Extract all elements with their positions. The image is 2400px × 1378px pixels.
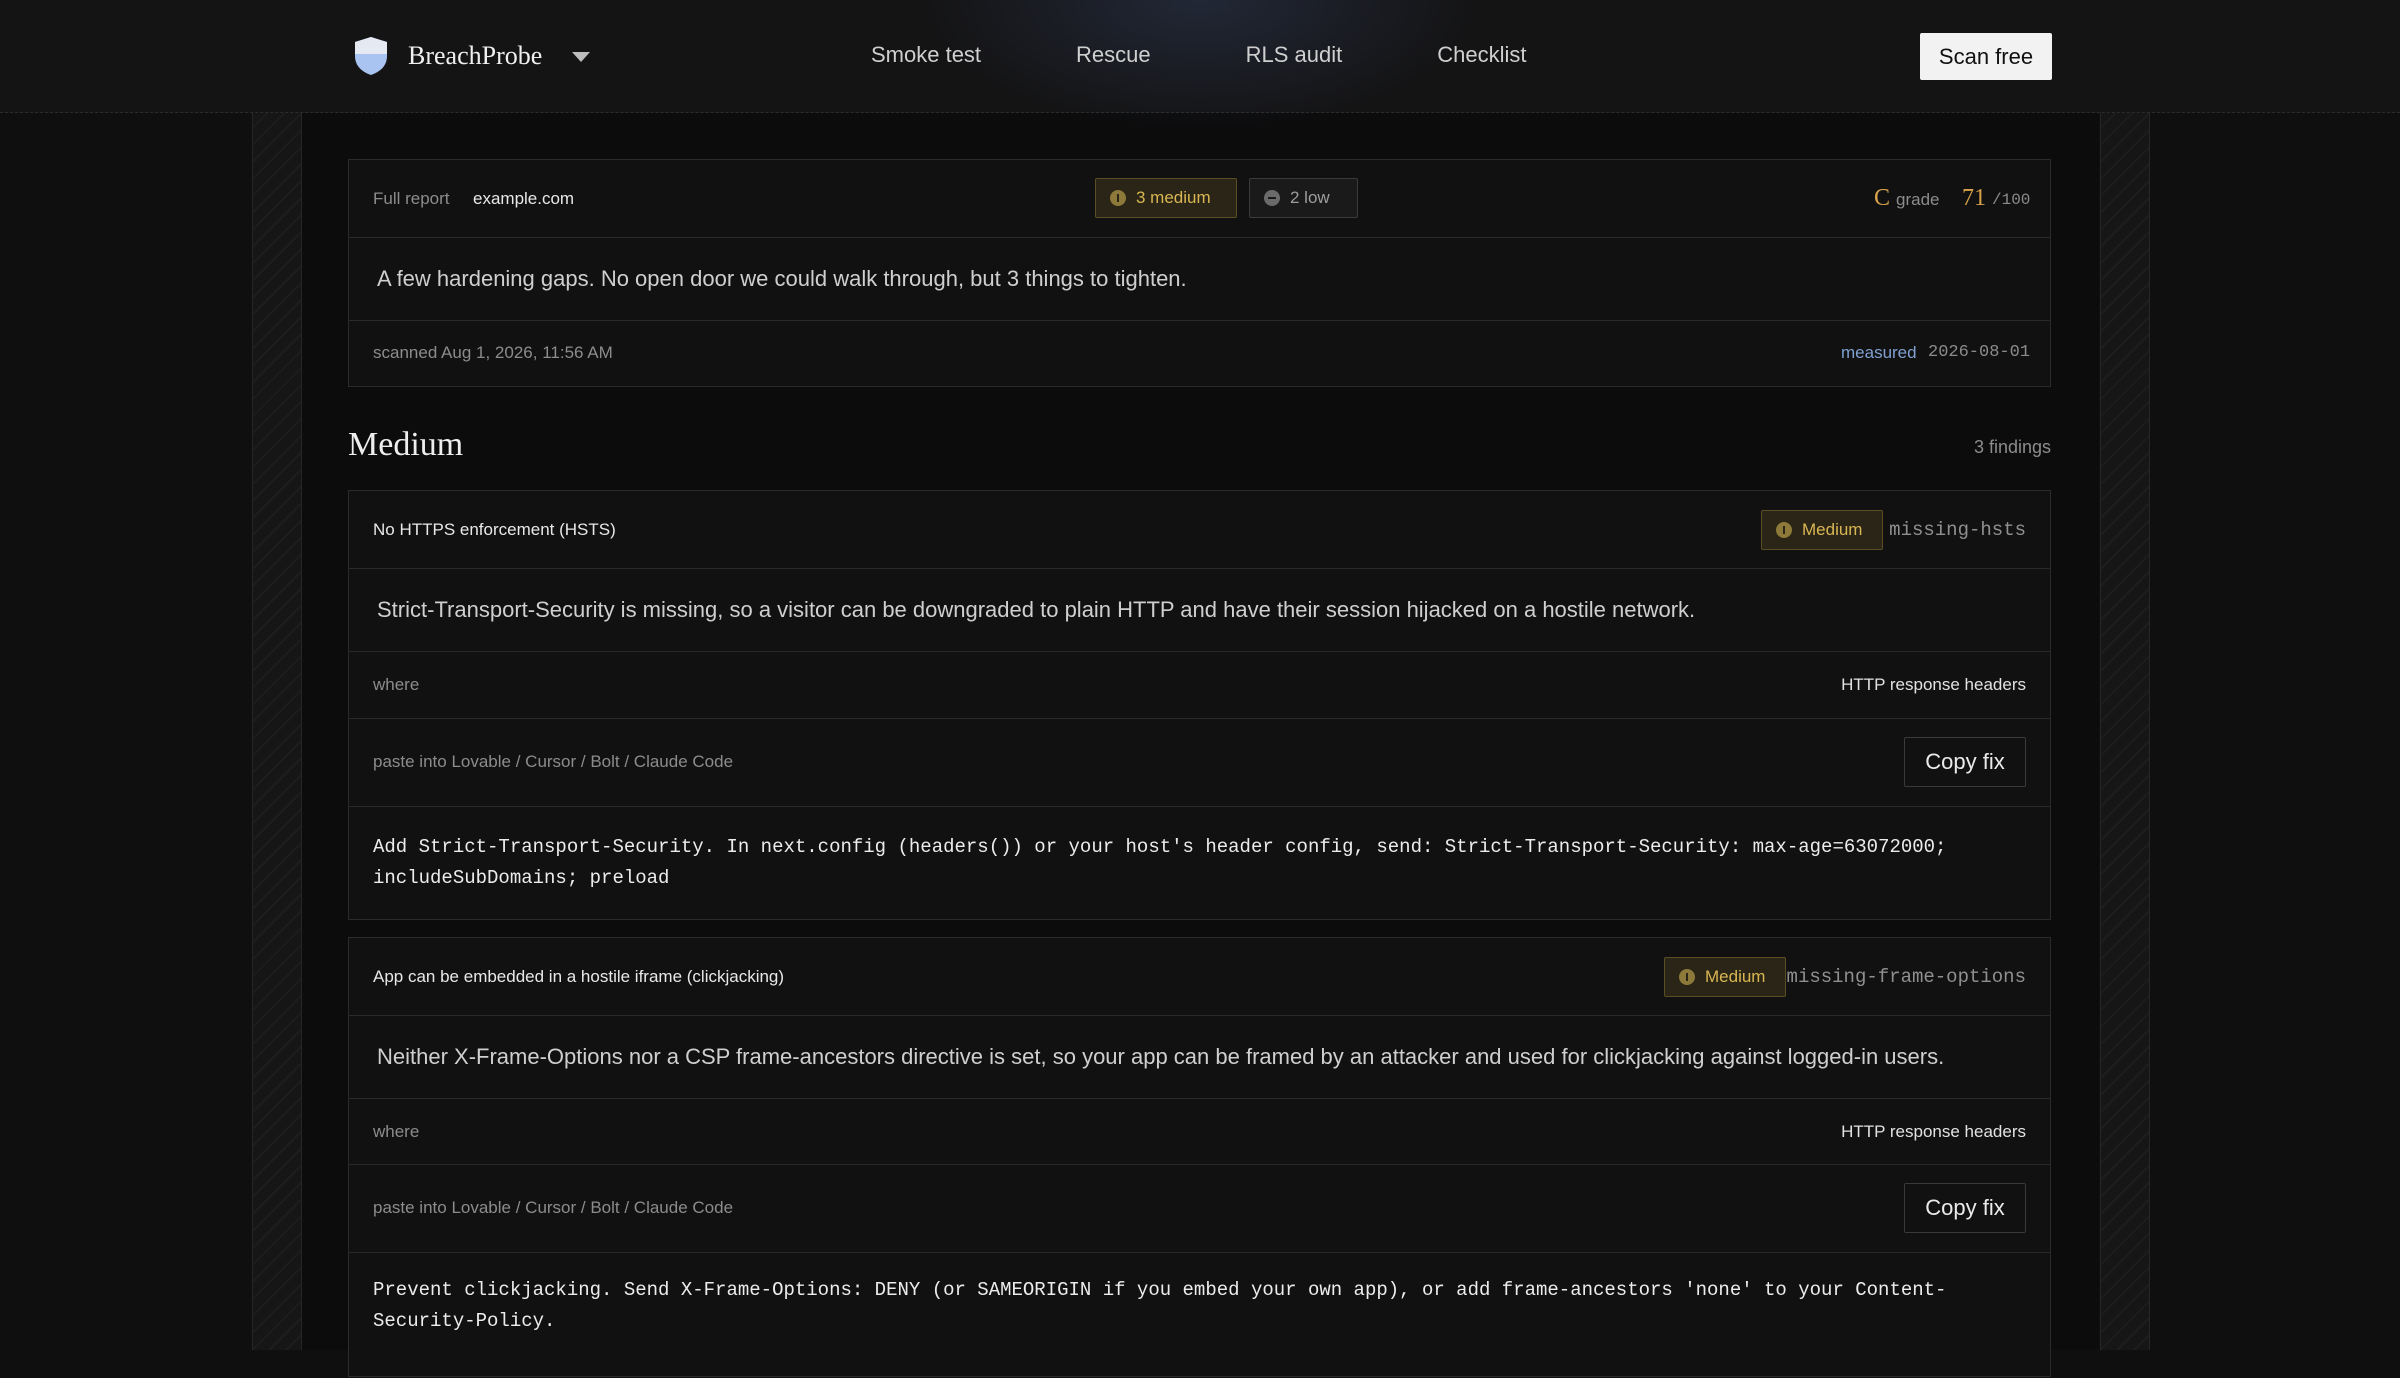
- finding-where-row: where HTTP response headers: [349, 652, 2050, 719]
- nav-rescue[interactable]: Rescue: [1076, 42, 1151, 68]
- finding-header-row: No HTTPS enforcement (HSTS) Medium missi…: [349, 491, 2050, 569]
- fix-code[interactable]: Prevent clickjacking. Send X-Frame-Optio…: [373, 1275, 1950, 1337]
- finding-description-row: Neither X-Frame-Options nor a CSP frame-…: [349, 1016, 2050, 1099]
- right-rail: [2100, 112, 2150, 1350]
- finding-paste-row: paste into Lovable / Cursor / Bolt / Cla…: [349, 1165, 2050, 1253]
- fix-code-line: Security-Policy.: [373, 1310, 556, 1332]
- medium-count-pill[interactable]: 3 medium: [1095, 178, 1237, 218]
- summary-meta-row: scanned Aug 1, 2026, 11:56 AM measured 2…: [349, 321, 2050, 386]
- score-value: 71: [1962, 185, 1986, 211]
- finding-card: No HTTPS enforcement (HSTS) Medium missi…: [348, 490, 2051, 920]
- left-rail: [252, 112, 302, 1350]
- section-title: Medium: [348, 426, 464, 463]
- score-max: /100: [1992, 191, 2031, 209]
- medium-count-label: 3 medium: [1136, 188, 1211, 207]
- finding-where-row: where HTTP response headers: [349, 1099, 2050, 1165]
- info-icon: [1679, 969, 1695, 985]
- severity-label: Medium: [1705, 967, 1766, 986]
- brand[interactable]: BreachProbe: [354, 36, 591, 76]
- measured-label: measured: [1841, 343, 1917, 362]
- copy-fix-button[interactable]: Copy fix: [1904, 1183, 2026, 1233]
- summary-message: A few hardening gaps. No open door we co…: [377, 266, 1187, 291]
- finding-fix-row: Prevent clickjacking. Send X-Frame-Optio…: [349, 1253, 2050, 1378]
- finding-description: Neither X-Frame-Options nor a CSP frame-…: [377, 1044, 1945, 1069]
- where-label: where: [373, 1122, 420, 1141]
- finding-description: Strict-Transport-Security is missing, so…: [377, 597, 1696, 622]
- fix-code-line: includeSubDomains; preload: [373, 867, 670, 889]
- info-icon: [1110, 190, 1126, 206]
- finding-title: No HTTPS enforcement (HSTS): [373, 520, 616, 539]
- measured-date: 2026-08-01: [1928, 343, 2031, 362]
- finding-header-row: App can be embedded in a hostile iframe …: [349, 938, 2050, 1016]
- report-domain: example.com: [473, 189, 575, 208]
- fix-code[interactable]: Add Strict-Transport-Security. In next.c…: [373, 832, 1950, 894]
- chevron-down-icon[interactable]: [572, 52, 591, 62]
- finding-slug: missing-frame-options: [1786, 966, 2026, 988]
- fix-code-line: Prevent clickjacking. Send X-Frame-Optio…: [373, 1279, 1947, 1301]
- nav-smoke-test[interactable]: Smoke test: [871, 42, 981, 68]
- severity-badge: Medium: [1664, 957, 1786, 997]
- finding-slug: missing-hsts: [1889, 519, 2026, 541]
- severity-badge: Medium: [1761, 510, 1883, 550]
- info-icon: [1776, 522, 1792, 538]
- where-label: where: [373, 675, 420, 694]
- scanned-timestamp: scanned Aug 1, 2026, 11:56 AM: [373, 343, 613, 362]
- nav-checklist[interactable]: Checklist: [1437, 42, 1526, 68]
- paste-label: paste into Lovable / Cursor / Bolt / Cla…: [373, 1198, 734, 1217]
- grade-label: grade: [1896, 190, 1940, 209]
- nav-rls-audit[interactable]: RLS audit: [1246, 42, 1343, 68]
- summary-header-row: Full report example.com 3 medium 2 low C…: [349, 160, 2050, 238]
- scan-free-button[interactable]: Scan free: [1920, 33, 2052, 80]
- low-count-label: 2 low: [1290, 188, 1330, 207]
- finding-title: App can be embedded in a hostile iframe …: [373, 967, 785, 986]
- finding-card: App can be embedded in a hostile iframe …: [348, 937, 2051, 1377]
- shield-icon: [354, 36, 388, 76]
- summary-message-row: A few hardening gaps. No open door we co…: [349, 238, 2050, 321]
- report-summary-card: Full report example.com 3 medium 2 low C…: [348, 159, 2051, 387]
- fix-code-line: Add Strict-Transport-Security. In next.c…: [373, 836, 1947, 858]
- top-navigation: BreachProbe Smoke test Rescue RLS audit …: [0, 0, 2400, 140]
- paste-label: paste into Lovable / Cursor / Bolt / Cla…: [373, 752, 734, 771]
- main-nav: Smoke test Rescue RLS audit Checklist: [871, 42, 1622, 68]
- grade-letter: C: [1874, 185, 1891, 211]
- where-value: HTTP response headers: [1841, 1122, 2026, 1141]
- findings-count: 3 findings: [1973, 437, 2051, 457]
- full-report-label: Full report: [373, 189, 450, 208]
- low-count-pill[interactable]: 2 low: [1249, 178, 1358, 218]
- copy-fix-button[interactable]: Copy fix: [1904, 737, 2026, 787]
- severity-label: Medium: [1802, 520, 1863, 539]
- brand-name: BreachProbe: [408, 41, 543, 70]
- finding-fix-row: Add Strict-Transport-Security. In next.c…: [349, 807, 2050, 919]
- finding-description-row: Strict-Transport-Security is missing, so…: [349, 569, 2050, 652]
- minus-icon: [1264, 190, 1280, 206]
- where-value: HTTP response headers: [1841, 675, 2026, 694]
- finding-paste-row: paste into Lovable / Cursor / Bolt / Cla…: [349, 719, 2050, 807]
